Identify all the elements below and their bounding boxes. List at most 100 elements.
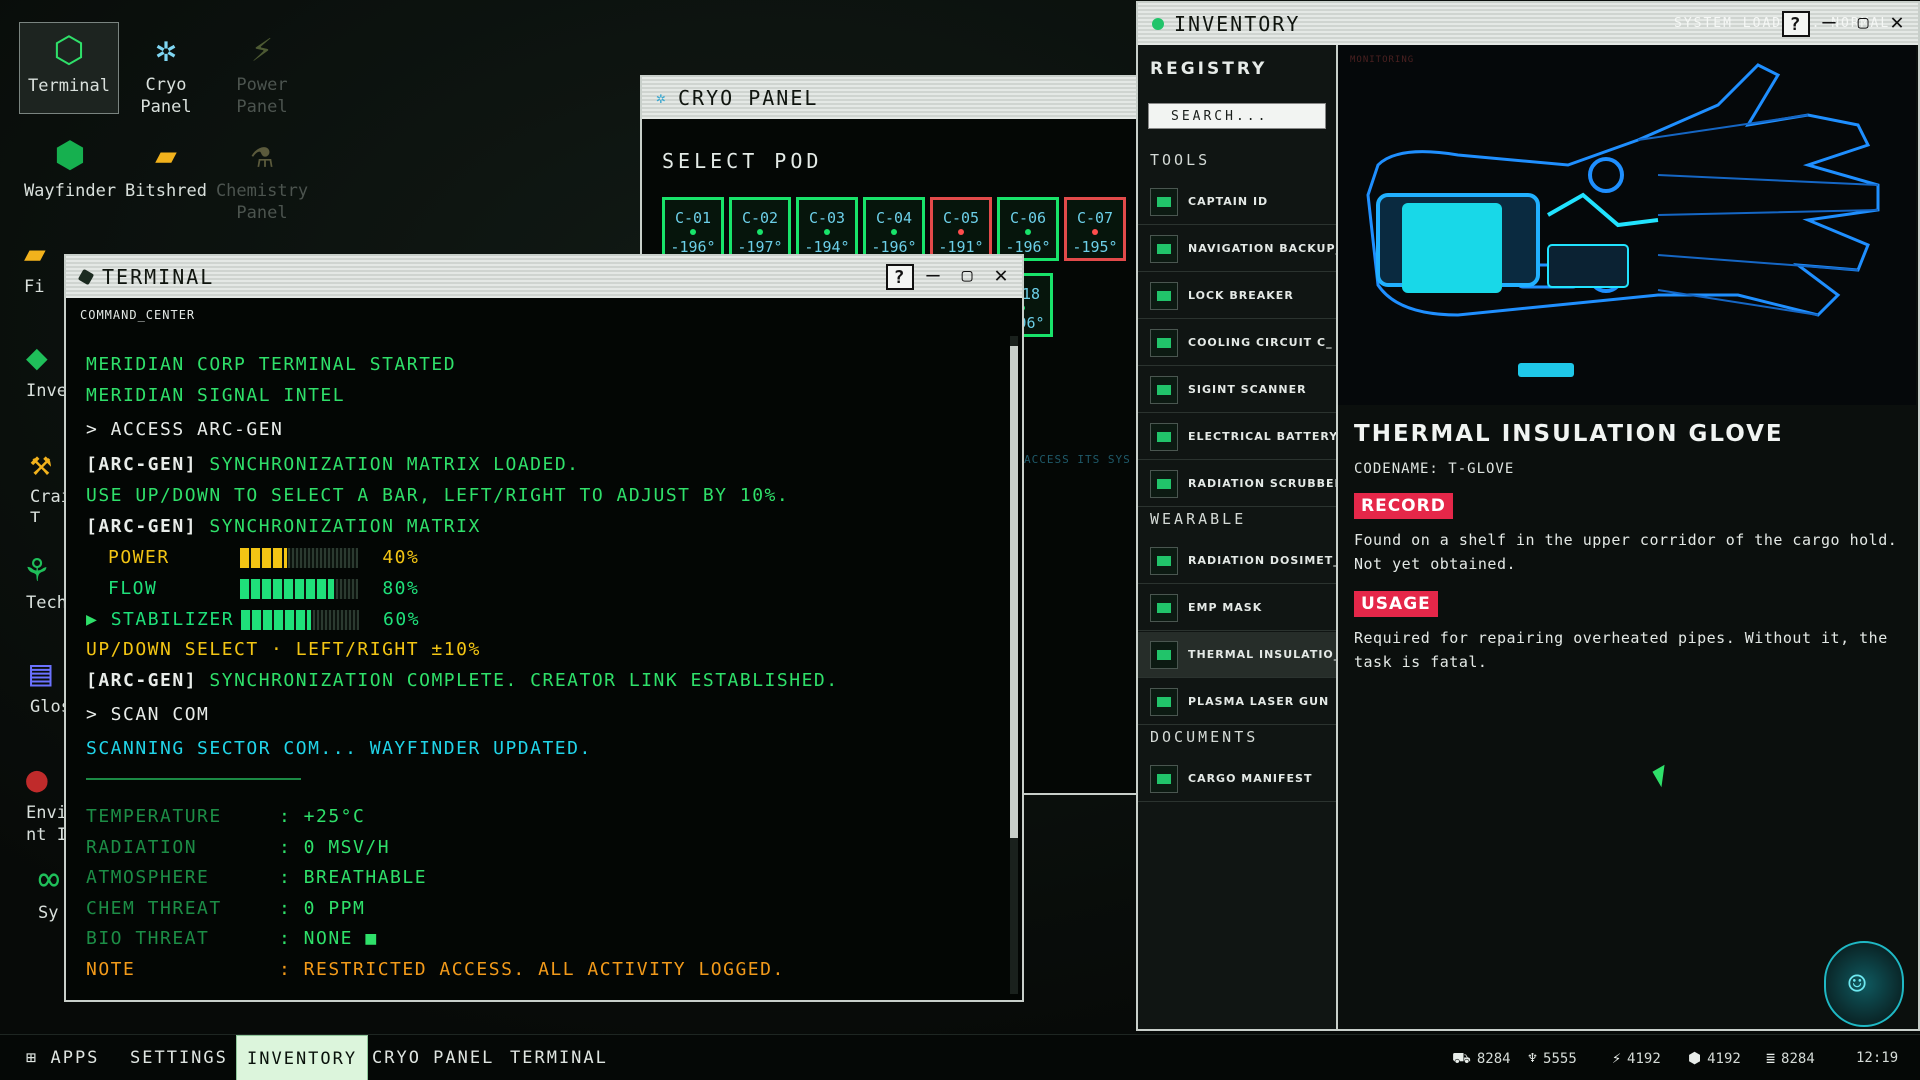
inventory-item[interactable]: CAPTAIN ID xyxy=(1138,179,1336,225)
bar-fill xyxy=(240,548,288,568)
inventory-item[interactable]: EMP MASK xyxy=(1138,585,1336,631)
sync-bar-power[interactable]: POWER 40% xyxy=(108,547,419,568)
pod-c-01[interactable]: C-01 -196° xyxy=(662,197,724,261)
inventory-item[interactable]: COOLING CIRCUIT C_ xyxy=(1138,320,1336,366)
close-button[interactable]: ✕ xyxy=(988,264,1016,290)
cryo-hint-text: ACCESS ITS SYS xyxy=(1024,453,1131,466)
item-label: RADIATION DOSIMET_ xyxy=(1188,554,1336,567)
stat-value: 5555 xyxy=(1543,1051,1577,1067)
item-label: PLASMA LASER GUN xyxy=(1188,695,1330,708)
taskbar-item-inventory[interactable]: INVENTORY xyxy=(236,1035,369,1080)
thumb-glyph xyxy=(1157,197,1171,207)
minimize-button[interactable]: – xyxy=(1816,11,1844,37)
item-label: NAVIGATION BACKUP_ xyxy=(1188,242,1336,255)
help-button[interactable]: ? xyxy=(886,264,914,290)
inventory-titlebar[interactable]: INVENTORY SYSTEM LOAD ... NORMAL ? – ▢ ✕ xyxy=(1138,3,1918,45)
pod-c-02[interactable]: C-02 -197° xyxy=(729,197,791,261)
pod-id: C-02 xyxy=(741,209,779,227)
pod-c-04[interactable]: C-04 -196° xyxy=(863,197,925,261)
inventory-item[interactable]: ELECTRICAL BATTERY xyxy=(1138,414,1336,460)
readout-key: NOTE xyxy=(86,958,136,980)
terminal-window[interactable]: TERMINAL ? – ▢ ✕ COMMAND_CENTER MERIDIAN… xyxy=(64,254,1024,1002)
desktop-icon-power-panel[interactable]: ⚡ Power Panel xyxy=(212,22,312,122)
readout-key: CHEM THREAT xyxy=(86,897,222,919)
resource-stat: ⛟ 8284 xyxy=(1452,1035,1511,1080)
thumb-glyph xyxy=(1157,385,1171,395)
desktop-icon-label: Sy xyxy=(38,903,59,923)
flask-icon: ⚗ xyxy=(251,135,273,176)
window-title: TERMINAL xyxy=(102,265,215,289)
assistant-avatar[interactable]: ☺ xyxy=(1824,941,1904,1027)
inventory-item[interactable]: LOCK BREAKER xyxy=(1138,273,1336,319)
inventory-item[interactable]: THERMAL INSULATIO_ ▸ xyxy=(1138,632,1336,678)
bar-value: 60% xyxy=(370,609,421,630)
terminal-text: SYNCHRONIZATION COMPLETE. CREATOR LINK E… xyxy=(209,670,839,691)
section-heading: TOOLS xyxy=(1150,151,1211,169)
scrollbar-thumb[interactable] xyxy=(1010,346,1018,838)
desktop-icon-bitshred[interactable]: ▰ Bitshred xyxy=(116,128,216,220)
inventory-item[interactable]: NAVIGATION BACKUP_ xyxy=(1138,226,1336,272)
folder-icon: ▰ xyxy=(24,233,46,274)
sync-bar-flow[interactable]: FLOW 80% xyxy=(108,578,419,599)
desktop-icon-label: Terminal xyxy=(28,76,110,96)
taskbar-item-settings[interactable]: SETTINGS xyxy=(120,1035,238,1080)
sync-bar-stabilizer[interactable]: ▶ STABILIZER 60% xyxy=(86,609,420,630)
terminal-body[interactable]: COMMAND_CENTER MERIDIAN CORP TERMINAL ST… xyxy=(66,298,1022,1000)
readout-value: : NONE ■ xyxy=(279,928,378,949)
item-thumbnail-icon xyxy=(1150,329,1178,357)
readout-row: ATMOSPHERE: BREATHABLE xyxy=(86,867,427,888)
bar-track[interactable] xyxy=(240,548,358,568)
terminal-line: SCANNING SECTOR COM... WAYFINDER UPDATED… xyxy=(86,738,592,759)
search-input[interactable]: SEARCH... xyxy=(1148,103,1326,129)
inventory-window[interactable]: INVENTORY SYSTEM LOAD ... NORMAL ? – ▢ ✕… xyxy=(1136,1,1920,1031)
bar-track[interactable] xyxy=(240,579,358,599)
taskbar: ⊞ APPS SETTINGS INVENTORY CRYO PANEL TERMIN… xyxy=(0,1034,1920,1080)
inventory-item[interactable]: SIGINT SCANNER xyxy=(1138,367,1336,413)
pod-c-05[interactable]: C-05 -191° xyxy=(930,197,992,261)
bar-name: POWER xyxy=(108,547,170,568)
bar-track[interactable] xyxy=(240,610,359,630)
desktop-icon-label: Chemistry Panel xyxy=(215,181,309,223)
inventory-item[interactable]: PLASMA LASER GUN xyxy=(1138,679,1336,725)
item-label: LOCK BREAKER xyxy=(1188,289,1294,302)
minimize-button[interactable]: – xyxy=(920,264,948,290)
item-thumbnail-icon xyxy=(1150,470,1178,498)
select-pod-label: SELECT POD xyxy=(662,149,823,173)
help-button[interactable]: ? xyxy=(1782,11,1810,37)
terminal-titlebar[interactable]: TERMINAL ? – ▢ ✕ xyxy=(66,256,1022,298)
readout-row: BIO THREAT : NONE ■ xyxy=(86,928,378,949)
terminal-line: [ARC-GEN] SYNCHRONIZATION MATRIX LOADED. xyxy=(86,454,580,475)
divider xyxy=(86,778,301,780)
cursor-icon xyxy=(1652,764,1674,788)
pod-id: C-05 xyxy=(942,209,980,227)
terminal-hint: UP/DOWN SELECT · LEFT/RIGHT ±10% xyxy=(86,639,481,660)
glove-hologram xyxy=(1366,63,1880,377)
apps-button[interactable]: ⊞ APPS xyxy=(16,1035,109,1080)
scrollbar[interactable] xyxy=(1010,336,1018,994)
taskbar-item-terminal[interactable]: TERMINAL xyxy=(500,1035,618,1080)
pod-c-03[interactable]: C-03 -194° xyxy=(796,197,858,261)
item-label: COOLING CIRCUIT C_ xyxy=(1188,336,1333,349)
taskbar-item-cryo-panel[interactable]: CRYO PANEL xyxy=(362,1035,504,1080)
desktop-icon-terminal[interactable]: ⬡ Terminal xyxy=(19,22,119,114)
pod-c-06[interactable]: C-06 -196° xyxy=(997,197,1059,261)
inventory-item[interactable]: RADIATION DOSIMET_ xyxy=(1138,538,1336,584)
resource-stat: ⬢ 4192 xyxy=(1688,1035,1741,1080)
readout-key: BIO THREAT xyxy=(86,928,210,949)
maximize-button[interactable]: ▢ xyxy=(1850,11,1878,37)
cryo-titlebar[interactable]: ✲ CRYO PANEL xyxy=(642,77,1138,119)
lightning-icon: ⚡ xyxy=(251,29,273,70)
desktop-icon-cryo-panel[interactable]: ✲ Cryo Panel xyxy=(116,22,216,122)
inventory-icon xyxy=(1152,18,1164,30)
arcgen-tag: [ARC-GEN] xyxy=(86,670,198,691)
desktop-icon-chemistry-panel[interactable]: ⚗ Chemistry Panel xyxy=(212,128,312,228)
inventory-item[interactable]: RADIATION SCRUBBER xyxy=(1138,461,1336,507)
close-button[interactable]: ✕ xyxy=(1884,11,1912,37)
terminal-section-label: COMMAND_CENTER xyxy=(80,308,196,322)
pod-temp: -195° xyxy=(1072,238,1118,256)
desktop-icon-wayfinder[interactable]: ⬢ Wayfinder xyxy=(20,128,120,220)
pod-c-07[interactable]: C-07 -195° xyxy=(1064,197,1126,261)
plant-icon: ♆ xyxy=(1528,1049,1538,1067)
inventory-item[interactable]: CARGO MANIFEST xyxy=(1138,756,1336,802)
maximize-button[interactable]: ▢ xyxy=(954,264,982,290)
